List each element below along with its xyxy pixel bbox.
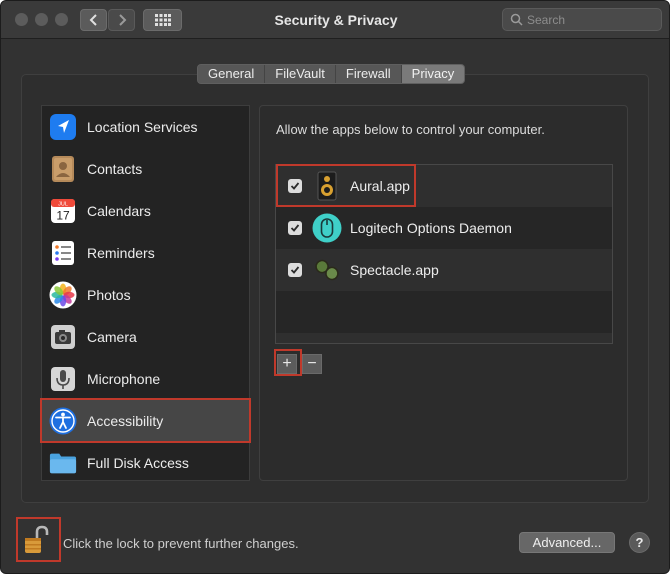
empty-row	[276, 291, 612, 333]
sidebar-item-label: Full Disk Access	[87, 455, 189, 471]
sidebar-item-label: Reminders	[87, 245, 155, 261]
tab-filevault[interactable]: FileVault	[265, 65, 336, 83]
unlocked-padlock-icon	[25, 525, 49, 553]
app-name: Aural.app	[350, 178, 410, 194]
search-icon	[510, 13, 523, 26]
spectacles-icon	[312, 255, 342, 285]
microphone-icon	[49, 365, 77, 393]
tab-privacy[interactable]: Privacy	[401, 65, 465, 83]
app-checkbox[interactable]	[288, 263, 302, 277]
zoom-window-button[interactable]	[55, 13, 68, 26]
checkmark-icon	[290, 266, 300, 274]
list-item-logitech[interactable]: Logitech Options Daemon	[276, 207, 612, 249]
advanced-button[interactable]: Advanced...	[519, 532, 615, 553]
lock-button[interactable]	[23, 525, 49, 555]
search-field[interactable]: Search	[502, 8, 662, 31]
app-name: Spectacle.app	[350, 262, 439, 278]
calendar-icon: JUL 17	[49, 197, 77, 225]
sidebar-item-location-services[interactable]: Location Services	[42, 106, 249, 148]
sidebar-item-reminders[interactable]: Reminders	[42, 232, 249, 274]
forward-button[interactable]	[108, 9, 135, 31]
mouse-icon	[312, 213, 342, 243]
sidebar-item-label: Calendars	[87, 203, 151, 219]
app-list: Aural.app Logitech Options Daemon Specta…	[275, 164, 613, 344]
contacts-book-icon	[49, 155, 77, 183]
checkmark-icon	[290, 182, 300, 190]
reminders-list-icon	[49, 239, 77, 267]
empty-row	[276, 333, 612, 343]
sidebar-item-camera[interactable]: Camera	[42, 316, 249, 358]
sidebar-item-full-disk-access[interactable]: Full Disk Access	[42, 442, 249, 480]
calendar-month-text: JUL	[58, 202, 68, 208]
app-name: Logitech Options Daemon	[350, 220, 512, 236]
sidebar-item-label: Location Services	[87, 119, 198, 135]
list-item-spectacle[interactable]: Spectacle.app	[276, 249, 612, 291]
search-placeholder: Search	[527, 13, 566, 27]
show-all-button[interactable]	[143, 9, 182, 31]
tab-general[interactable]: General	[198, 65, 266, 83]
title-bar: Security & Privacy Search	[1, 1, 669, 39]
window-title: Security & Privacy	[274, 12, 398, 28]
close-window-button[interactable]	[15, 13, 28, 26]
sidebar-item-label: Photos	[87, 287, 131, 303]
photos-flower-icon	[49, 281, 77, 309]
chevron-left-icon	[89, 14, 97, 26]
app-checkbox[interactable]	[288, 179, 302, 193]
sidebar-item-label: Contacts	[87, 161, 143, 177]
minimize-window-button[interactable]	[35, 13, 48, 26]
tab-bar: General FileVault Firewall Privacy	[197, 64, 466, 84]
back-button[interactable]	[80, 9, 107, 31]
remove-app-button[interactable]: −	[302, 354, 322, 374]
sidebar-item-calendars[interactable]: JUL 17 Calendars	[42, 190, 249, 232]
help-button[interactable]: ?	[629, 532, 650, 553]
lock-status-text: Click the lock to prevent further change…	[63, 536, 299, 551]
sidebar-item-contacts[interactable]: Contacts	[42, 148, 249, 190]
camera-icon	[49, 323, 77, 351]
folder-icon	[49, 449, 77, 477]
privacy-categories-list: Location Services Contacts JUL 17 Calend…	[41, 105, 250, 481]
accessibility-panel: Allow the apps below to control your com…	[259, 105, 628, 481]
grid-icon	[154, 14, 171, 26]
sidebar-item-photos[interactable]: Photos	[42, 274, 249, 316]
sidebar-item-accessibility[interactable]: Accessibility	[42, 400, 249, 442]
list-item-aural[interactable]: Aural.app	[276, 165, 612, 207]
allow-apps-description: Allow the apps below to control your com…	[276, 122, 545, 137]
add-app-button[interactable]: +	[277, 354, 297, 374]
speaker-icon	[312, 171, 342, 201]
app-checkbox[interactable]	[288, 221, 302, 235]
security-privacy-window: Security & Privacy Search General FileVa…	[0, 0, 670, 574]
sidebar-item-label: Microphone	[87, 371, 161, 387]
accessibility-person-icon	[49, 407, 77, 435]
sidebar-item-microphone[interactable]: Microphone	[42, 358, 249, 400]
calendar-day-text: 17	[56, 209, 70, 223]
checkmark-icon	[290, 224, 300, 232]
sidebar-item-label: Camera	[87, 329, 137, 345]
sidebar-item-label: Accessibility	[87, 413, 164, 429]
chevron-right-icon	[118, 14, 126, 26]
tab-firewall[interactable]: Firewall	[335, 65, 402, 83]
location-arrow-icon	[49, 113, 77, 141]
